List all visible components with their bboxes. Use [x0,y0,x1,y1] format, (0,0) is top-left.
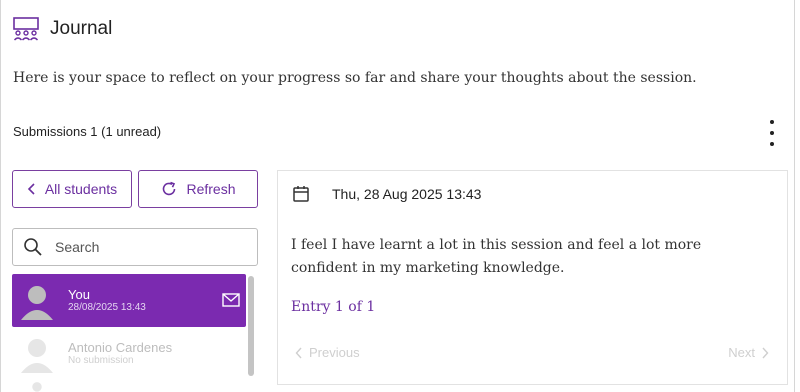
all-students-label: All students [44,181,118,197]
refresh-label: Refresh [186,181,236,197]
calendar-icon [293,186,309,202]
entry-date-label: Thu, 28 Aug 2025 13:43 [332,186,482,202]
search-input[interactable] [53,238,237,256]
chevron-right-icon [762,347,769,358]
entry-counter: Entry 1 of 1 [291,299,376,315]
chevron-left-icon [27,183,35,195]
submissions-count: Submissions 1 (1 unread) [13,124,162,139]
student-name: Antonio Cardenes [68,339,173,355]
refresh-button[interactable]: Refresh [138,170,258,208]
student-row-partial[interactable] [12,380,258,392]
student-submission-status: No submission [68,354,134,366]
student-list: You 28/08/2025 13:43 Antonio Cardenes No… [12,274,258,392]
journal-entry-panel: Thu, 28 Aug 2025 13:43 I feel I have lea… [277,170,788,385]
list-scrollbar[interactable] [248,276,254,376]
all-students-button[interactable]: All students [12,170,132,208]
search-icon [24,238,42,256]
group-icon [13,17,39,41]
avatar-icon [21,285,53,320]
avatar-icon [21,338,53,373]
more-options-icon[interactable] [763,120,781,146]
previous-label: Previous [309,345,360,360]
page-header: Journal [12,16,112,42]
intro-text: Here is your space to reflect on your pr… [13,70,697,86]
mail-icon [222,293,240,307]
student-submission-time: 28/08/2025 13:43 [68,301,146,313]
search-box [12,228,258,266]
avatar-icon [32,382,42,392]
chevron-left-icon [295,347,302,358]
student-row-antonio[interactable]: Antonio Cardenes No submission [12,327,258,380]
next-button[interactable]: Next [728,345,769,360]
student-row-you[interactable]: You 28/08/2025 13:43 [12,274,246,327]
entry-text: I feel I have learnt a lot in this sessi… [291,237,702,276]
previous-button[interactable]: Previous [295,345,360,360]
next-label: Next [728,345,755,360]
student-name: You [68,286,90,302]
refresh-icon [163,181,176,196]
entry-date: Thu, 28 Aug 2025 13:43 [292,185,481,203]
page-title: Journal [50,18,113,39]
